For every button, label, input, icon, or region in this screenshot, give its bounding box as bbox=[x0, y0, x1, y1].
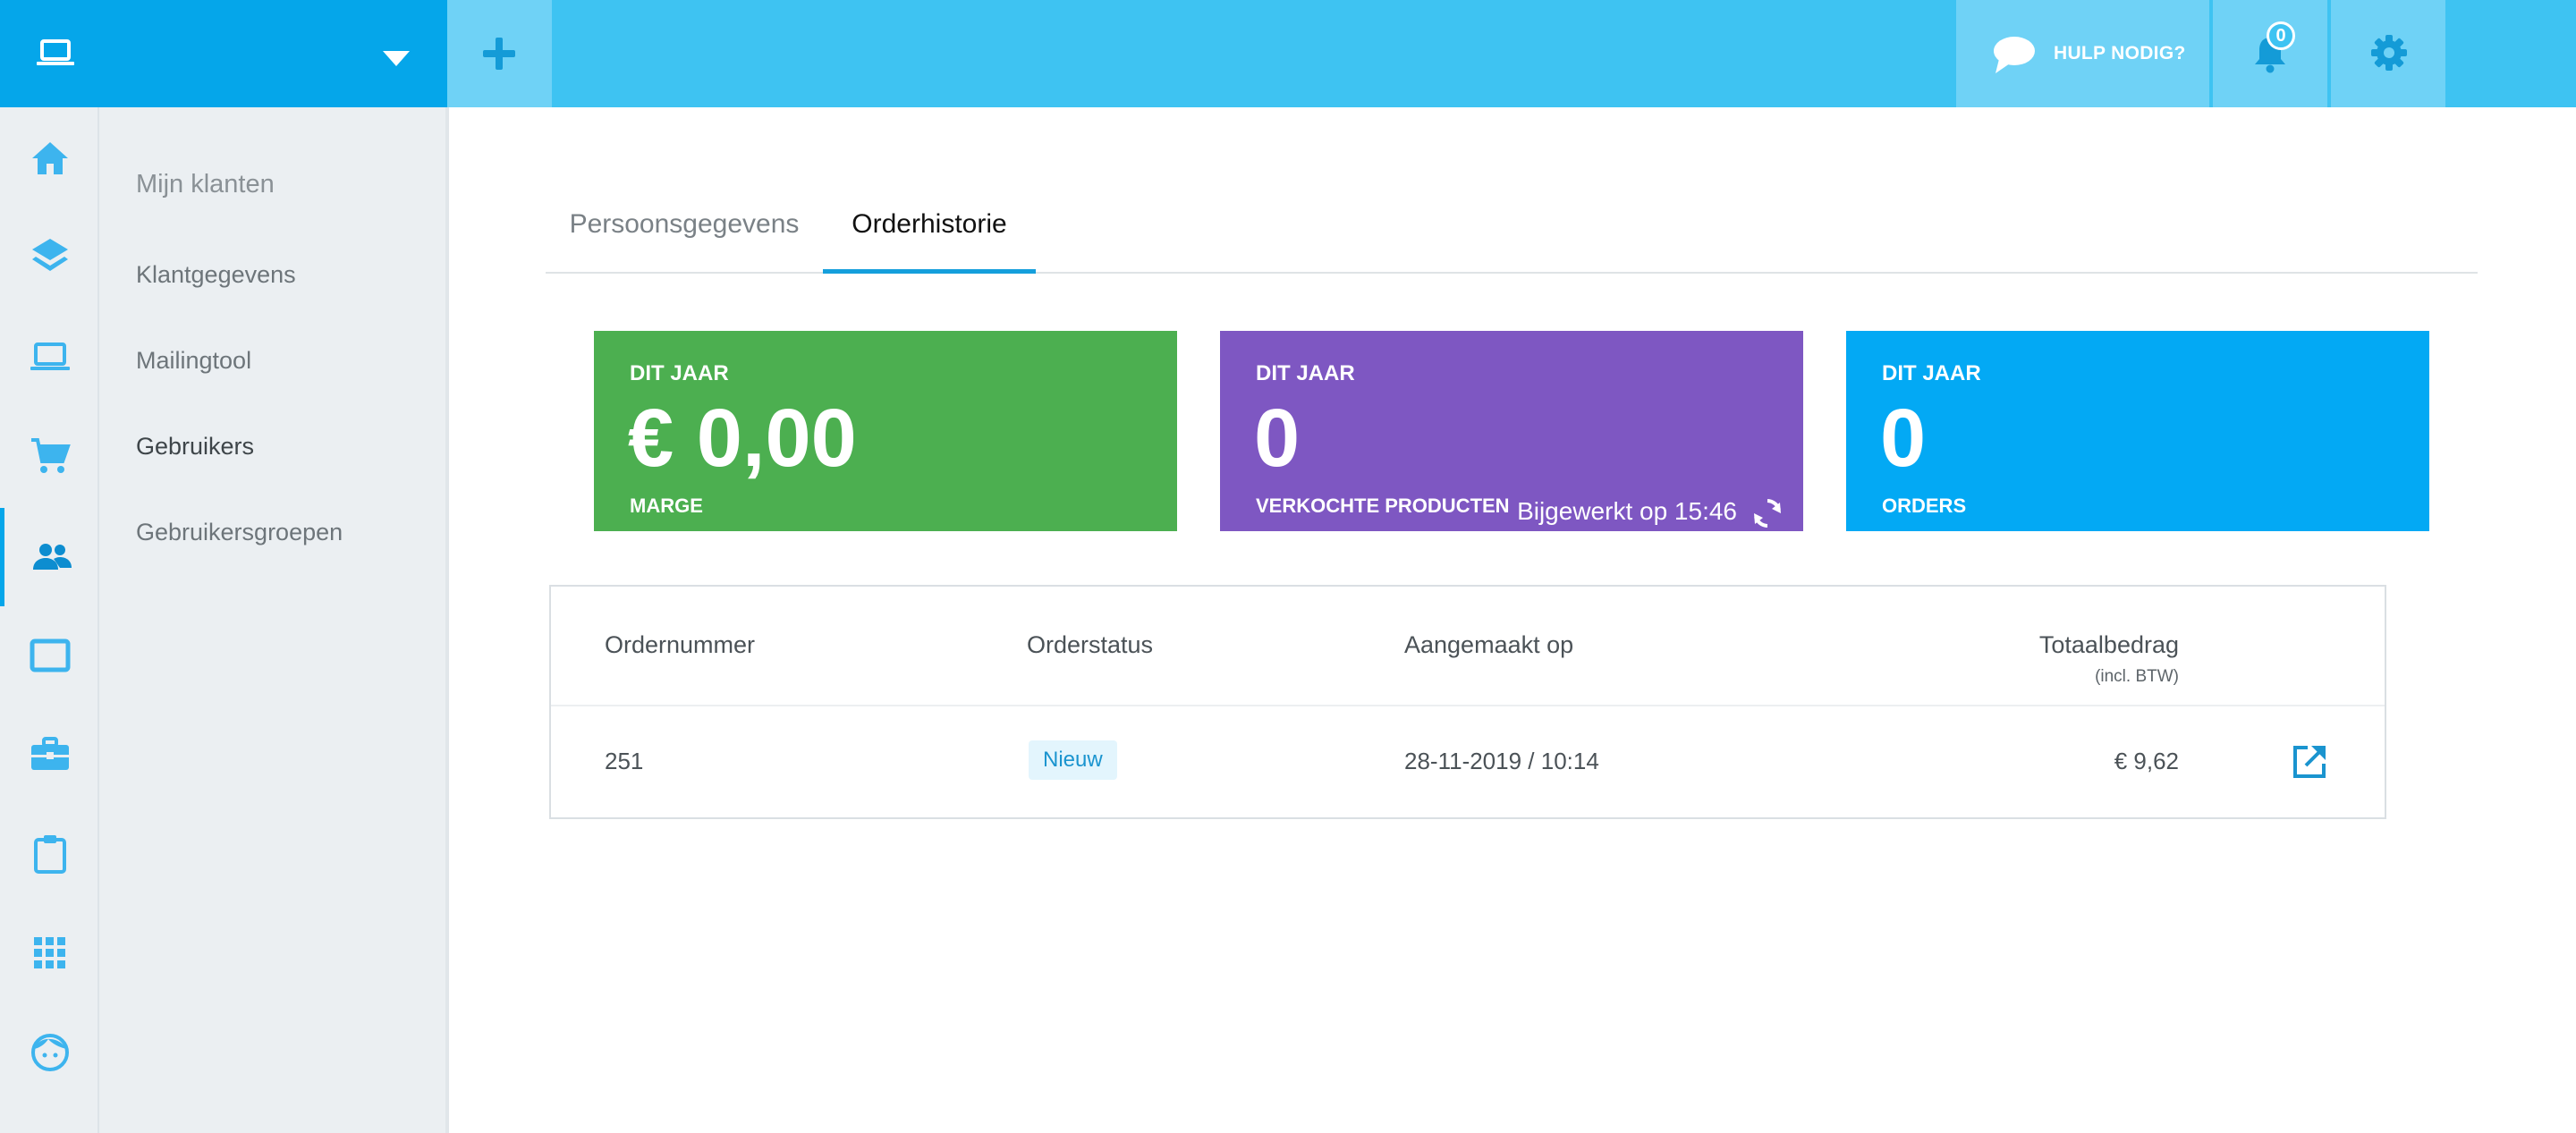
apps-grid-icon bbox=[33, 937, 65, 968]
rail-business[interactable] bbox=[0, 706, 99, 804]
column-header-aangemaakt-op[interactable]: Aangemaakt op bbox=[1404, 631, 1573, 659]
rail-catalog[interactable] bbox=[0, 207, 99, 306]
card-period-label: DIT JAAR bbox=[1256, 361, 1355, 385]
card-value: 0 bbox=[1880, 393, 1927, 484]
card-period-label: DIT JAAR bbox=[630, 361, 729, 385]
card-metric-label: ORDERS bbox=[1882, 495, 1967, 517]
gear-icon bbox=[2371, 35, 2407, 71]
laptop-icon bbox=[37, 39, 74, 65]
rail-home[interactable] bbox=[0, 109, 99, 207]
card-metric-label: VERKOCHTE PRODUCTEN bbox=[1256, 495, 1510, 517]
order-created-date: 28-11-2019 / 10:14 bbox=[1404, 748, 1599, 774]
tablet-icon bbox=[30, 638, 70, 672]
top-bar: HULP NODIG? 0 bbox=[0, 0, 2576, 107]
rail-devices[interactable] bbox=[0, 308, 99, 406]
cart-icon bbox=[30, 438, 71, 473]
face-icon bbox=[30, 1034, 69, 1071]
submenu-heading: Mijn klanten bbox=[136, 170, 275, 199]
card-metric-label: MARGE bbox=[630, 495, 703, 517]
chevron-down-icon[interactable] bbox=[381, 48, 411, 68]
clipboard-icon bbox=[33, 835, 66, 874]
header-divider bbox=[551, 705, 2385, 706]
order-total: € 9,62 bbox=[2114, 748, 2179, 774]
column-header-totaalbedrag[interactable]: Totaalbedrag bbox=[2039, 631, 2179, 659]
home-icon bbox=[31, 142, 68, 174]
notifications-button[interactable]: 0 bbox=[2213, 0, 2327, 107]
rail-profile[interactable] bbox=[0, 1003, 99, 1102]
rail-screens[interactable] bbox=[0, 606, 99, 705]
card-value: 0 bbox=[1254, 393, 1301, 484]
briefcase-icon bbox=[30, 737, 69, 770]
settings-button[interactable] bbox=[2331, 0, 2445, 107]
rail-apps[interactable] bbox=[0, 904, 99, 1002]
help-label: HULP NODIG? bbox=[2054, 43, 2186, 63]
column-header-orderstatus[interactable]: Orderstatus bbox=[1027, 631, 1153, 659]
chat-bubble-icon bbox=[1994, 37, 2035, 73]
card-value: € 0,00 bbox=[628, 393, 857, 484]
submenu-item-mailingtool[interactable]: Mailingtool bbox=[136, 347, 251, 375]
column-header-ordernummer[interactable]: Ordernummer bbox=[605, 631, 755, 659]
rail-customers[interactable] bbox=[0, 508, 99, 606]
column-header-vat-note: (incl. BTW) bbox=[2095, 667, 2179, 686]
stat-card-verkochte-producten: DIT JAAR 0 VERKOCHTE PRODUCTEN Bijgewerk… bbox=[1220, 331, 1803, 531]
tab-bar: Persoonsgegevens Orderhistorie bbox=[546, 179, 2478, 274]
users-icon bbox=[33, 544, 72, 570]
laptop-icon bbox=[30, 342, 70, 370]
order-number: 251 bbox=[605, 748, 644, 774]
stat-card-orders: DIT JAAR 0 ORDERS bbox=[1846, 331, 2429, 531]
submenu-item-gebruikers[interactable]: Gebruikers bbox=[136, 433, 254, 461]
refresh-icon[interactable] bbox=[1750, 495, 1785, 531]
open-external-icon[interactable] bbox=[2290, 742, 2329, 782]
status-badge: Nieuw bbox=[1029, 740, 1117, 780]
plus-icon bbox=[483, 38, 515, 70]
stat-card-marge: DIT JAAR € 0,00 MARGE bbox=[594, 331, 1177, 531]
card-period-label: DIT JAAR bbox=[1882, 361, 1981, 385]
tab-persoonsgegevens[interactable]: Persoonsgegevens bbox=[546, 179, 823, 274]
orders-table: Ordernummer Orderstatus Aangemaakt op To… bbox=[549, 585, 2386, 819]
rail-reports[interactable] bbox=[0, 805, 99, 903]
notification-count-badge: 0 bbox=[2267, 21, 2295, 50]
submenu: Mijn klanten Klantgegevens Mailingtool G… bbox=[99, 107, 449, 1133]
submenu-item-gebruikersgroepen[interactable]: Gebruikersgroepen bbox=[136, 519, 343, 546]
last-updated-text: Bijgewerkt op 15:46 bbox=[1517, 497, 1737, 525]
icon-rail bbox=[0, 107, 99, 1133]
rail-orders[interactable] bbox=[0, 407, 99, 505]
layers-icon bbox=[31, 239, 68, 271]
help-button[interactable]: HULP NODIG? bbox=[1956, 0, 2209, 107]
submenu-item-klantgegevens[interactable]: Klantgegevens bbox=[136, 261, 296, 289]
add-button[interactable] bbox=[447, 0, 552, 107]
workspace-switcher[interactable] bbox=[0, 0, 447, 107]
tab-orderhistorie[interactable]: Orderhistorie bbox=[823, 179, 1036, 274]
